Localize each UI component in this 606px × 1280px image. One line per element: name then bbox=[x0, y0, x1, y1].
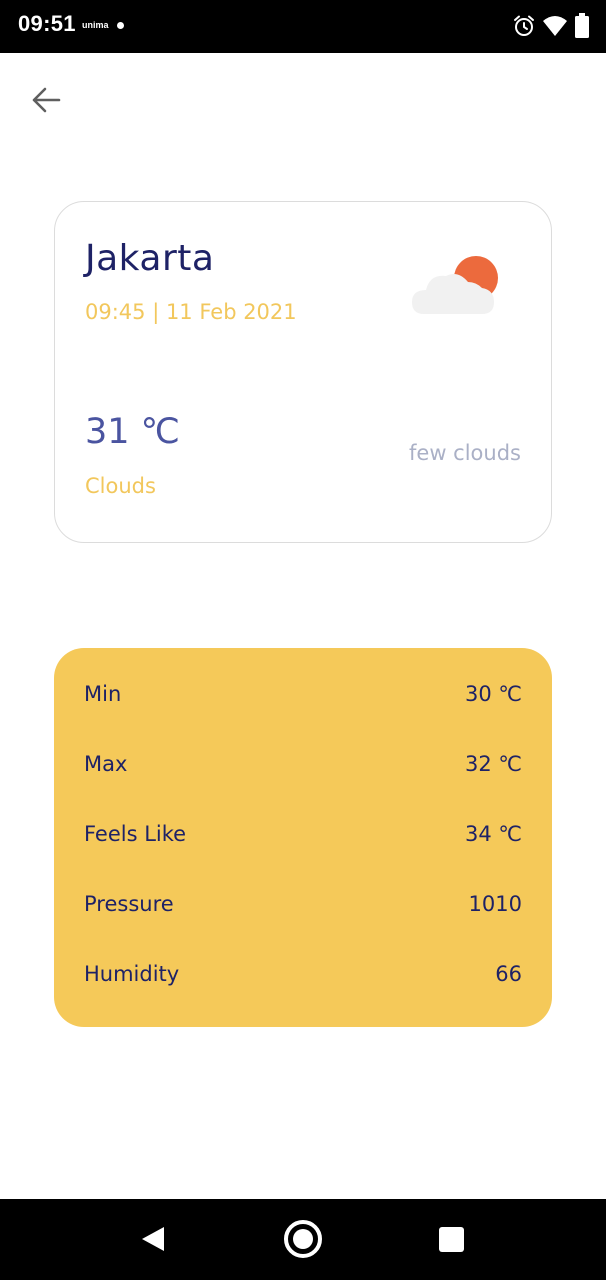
detail-label: Feels Like bbox=[84, 822, 187, 846]
nav-back-icon[interactable] bbox=[140, 1225, 166, 1253]
wifi-icon bbox=[543, 16, 567, 36]
carrier-label: unima bbox=[82, 20, 109, 30]
nav-home-icon[interactable] bbox=[284, 1220, 322, 1258]
alarm-icon bbox=[514, 15, 534, 36]
weather-condition: Clouds bbox=[85, 474, 156, 498]
detail-label: Humidity bbox=[84, 962, 180, 986]
few-clouds-day-icon bbox=[412, 256, 498, 314]
weather-description: few clouds bbox=[409, 441, 521, 465]
detail-row-humidity: Humidity 66 bbox=[84, 939, 522, 1009]
detail-row-pressure: Pressure 1010 bbox=[84, 869, 522, 939]
notification-dot bbox=[117, 22, 124, 29]
status-icons bbox=[512, 13, 590, 39]
detail-row-min: Min 30 ℃ bbox=[84, 659, 522, 729]
detail-value: 30 ℃ bbox=[465, 682, 522, 706]
status-bar: 09:51 unima bbox=[0, 0, 606, 53]
nav-recents-icon[interactable] bbox=[439, 1227, 464, 1252]
detail-value: 1010 bbox=[468, 892, 522, 916]
nav-home-dot bbox=[293, 1229, 313, 1249]
detail-label: Max bbox=[84, 752, 128, 776]
detail-row-feels-like: Feels Like 34 ℃ bbox=[84, 799, 522, 869]
navigation-bar bbox=[0, 1199, 606, 1280]
status-time: 09:51 bbox=[18, 11, 76, 36]
back-button[interactable] bbox=[26, 82, 66, 118]
detail-label: Min bbox=[84, 682, 122, 706]
detail-label: Pressure bbox=[84, 892, 174, 916]
arrow-left-icon bbox=[32, 87, 61, 113]
city-name: Jakarta bbox=[85, 238, 215, 279]
weather-details-card: Min 30 ℃ Max 32 ℃ Feels Like 34 ℃ Pressu… bbox=[54, 648, 552, 1027]
detail-value: 32 ℃ bbox=[465, 752, 522, 776]
detail-value: 34 ℃ bbox=[465, 822, 522, 846]
battery-icon bbox=[575, 13, 589, 38]
temperature: 31 ℃ bbox=[85, 412, 180, 452]
weather-summary-card: Jakarta 09:45 | 11 Feb 2021 31 ℃ Clouds … bbox=[54, 201, 552, 543]
detail-row-max: Max 32 ℃ bbox=[84, 729, 522, 799]
detail-value: 66 bbox=[495, 962, 522, 986]
weather-datetime: 09:45 | 11 Feb 2021 bbox=[85, 300, 297, 324]
